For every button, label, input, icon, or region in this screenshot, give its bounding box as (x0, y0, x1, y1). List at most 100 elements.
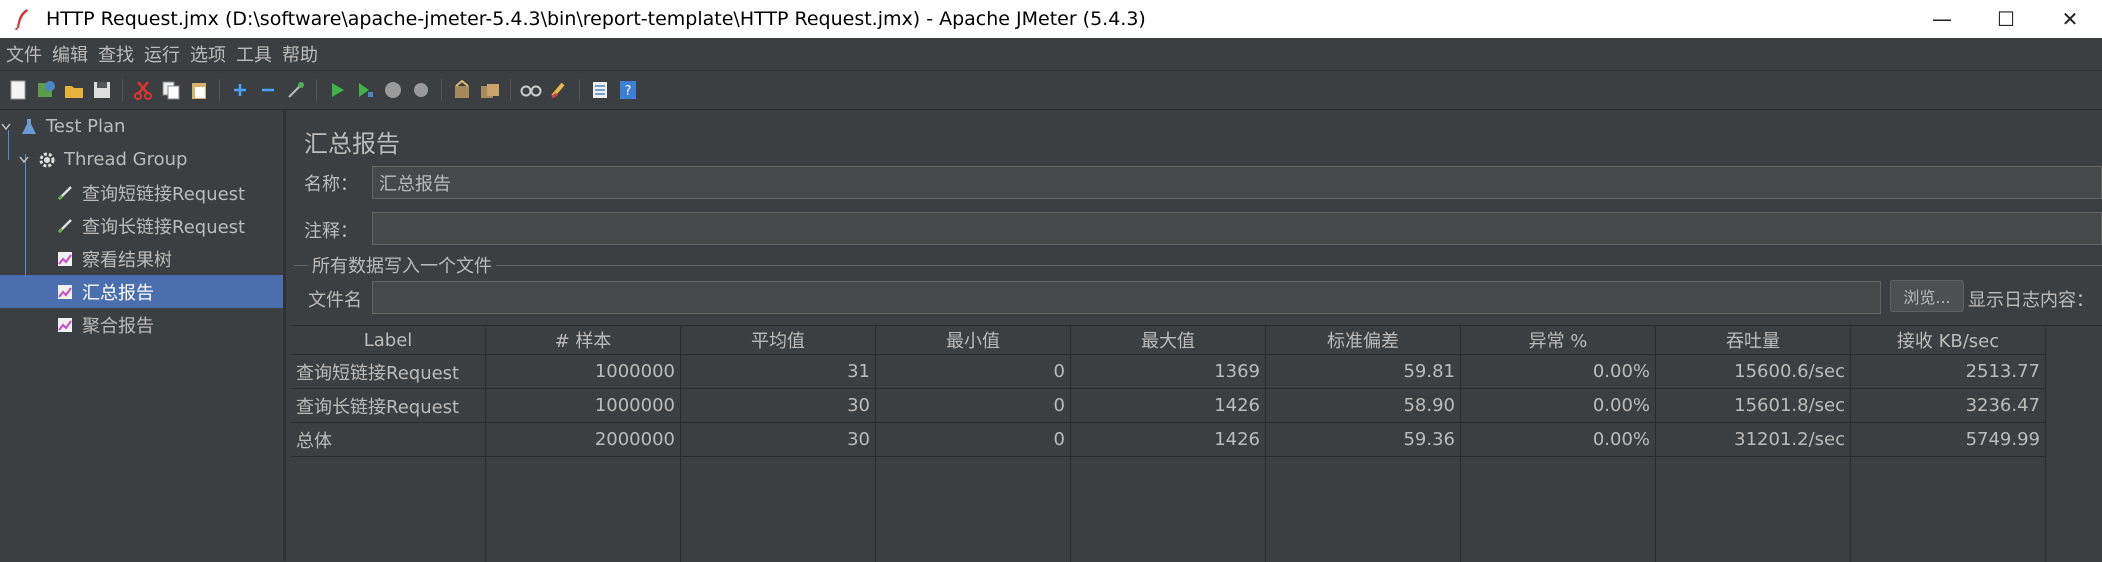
browse-button[interactable]: 浏览... (1890, 280, 1964, 312)
tree-node-thread-group[interactable]: Thread Group (18, 143, 283, 176)
cut-icon[interactable] (132, 79, 154, 101)
menu-help[interactable]: 帮助 (276, 41, 322, 67)
flask-icon (20, 118, 38, 136)
toolbar-separator (316, 79, 317, 101)
tree-node-label: Thread Group (64, 149, 188, 170)
filename-label: 文件名 (308, 290, 362, 311)
column-header[interactable]: # 样本 (486, 326, 681, 354)
toggle-icon[interactable] (285, 79, 307, 101)
column-header[interactable]: 最大值 (1071, 326, 1266, 354)
column-divider (1850, 354, 1851, 562)
cell-std-dev: 59.81 (1266, 355, 1461, 388)
chevron-down-icon[interactable] (18, 154, 30, 166)
cell-received-kb: 2513.77 (1851, 355, 2046, 388)
tree-node-test-plan[interactable]: Test Plan (0, 110, 283, 143)
column-divider (1070, 354, 1071, 562)
clear-icon[interactable] (451, 79, 473, 101)
menu-options[interactable]: 选项 (184, 41, 230, 67)
tree-node-label: Test Plan (46, 116, 126, 137)
cell-average: 30 (681, 423, 876, 456)
tree-node-sampler[interactable]: 查询短链接Request (56, 176, 283, 209)
new-icon[interactable] (7, 79, 29, 101)
clear-all-icon[interactable] (479, 79, 501, 101)
name-field[interactable]: 汇总报告 (372, 166, 2102, 199)
cell-max: 1426 (1071, 389, 1266, 422)
collapse-icon[interactable] (257, 79, 279, 101)
column-header[interactable]: Label (291, 326, 486, 354)
column-header[interactable]: 标准偏差 (1266, 326, 1461, 354)
table-row[interactable]: 总体 2000000 30 0 1426 59.36 0.00% 31201.2… (291, 423, 2046, 457)
tree-node-label: 汇总报告 (82, 282, 154, 304)
cell-samples: 2000000 (486, 423, 681, 456)
open-icon[interactable] (63, 79, 85, 101)
column-header[interactable]: 吞吐量 (1656, 326, 1851, 354)
menu-file[interactable]: 文件 (0, 41, 46, 67)
cell-average: 31 (681, 355, 876, 388)
menu-edit[interactable]: 编辑 (46, 41, 92, 67)
cell-min: 0 (876, 355, 1071, 388)
window-titlebar: HTTP Request.jmx (D:\software\apache-jme… (0, 0, 2102, 38)
cell-throughput: 15601.8/sec (1656, 389, 1851, 422)
minimize-button[interactable]: — (1910, 0, 1974, 38)
results-table: Label # 样本 平均值 最小值 最大值 标准偏差 异常 % 吞吐量 接收 … (291, 325, 2102, 562)
menu-tools[interactable]: 工具 (230, 41, 276, 67)
sampler-icon (56, 184, 74, 202)
tree-node-listener[interactable]: 聚合报告 (56, 308, 283, 341)
filename-field[interactable] (372, 281, 1881, 314)
file-group-title: 所有数据写入一个文件 (308, 252, 496, 278)
function-helper-icon[interactable] (589, 79, 611, 101)
toolbar-separator (579, 79, 580, 101)
column-header[interactable]: 异常 % (1461, 326, 1656, 354)
paste-icon[interactable] (188, 79, 210, 101)
cell-samples: 1000000 (486, 355, 681, 388)
toolbar-separator (122, 79, 123, 101)
maximize-button[interactable]: ☐ (1974, 0, 2038, 38)
tree-node-listener[interactable]: 察看结果树 (56, 242, 283, 275)
toolbar: ? (0, 71, 2102, 110)
comment-label: 注释： (304, 221, 358, 242)
shutdown-icon[interactable] (410, 79, 432, 101)
listener-icon (56, 316, 74, 334)
toolbar-separator (219, 79, 220, 101)
copy-icon[interactable] (160, 79, 182, 101)
reset-search-icon[interactable] (548, 79, 570, 101)
table-row[interactable]: 查询长链接Request 1000000 30 0 1426 58.90 0.0… (291, 389, 2046, 423)
sampler-icon (56, 217, 74, 235)
tree-node-listener-selected[interactable]: 汇总报告 (0, 275, 283, 308)
help-icon[interactable]: ? (617, 79, 639, 101)
menu-search[interactable]: 查找 (92, 41, 138, 67)
menu-bar: 文件 编辑 查找 运行 选项 工具 帮助 (0, 38, 2102, 71)
chevron-down-icon[interactable] (0, 121, 12, 133)
table-row[interactable]: 查询短链接Request 1000000 31 0 1369 59.81 0.0… (291, 355, 2046, 389)
cell-throughput: 31201.2/sec (1656, 423, 1851, 456)
log-content-label: 显示日志内容： (1968, 290, 2094, 311)
cell-std-dev: 59.36 (1266, 423, 1461, 456)
tree-node-label: 聚合报告 (82, 315, 154, 337)
cell-min: 0 (876, 423, 1071, 456)
window-title: HTTP Request.jmx (D:\software\apache-jme… (46, 8, 1146, 30)
column-header[interactable]: 接收 KB/sec (1851, 326, 2046, 354)
cell-error-rate: 0.00% (1461, 389, 1656, 422)
stop-icon[interactable] (382, 79, 404, 101)
menu-run[interactable]: 运行 (138, 41, 184, 67)
close-button[interactable]: ✕ (2038, 0, 2102, 38)
toolbar-separator (510, 79, 511, 101)
cell-std-dev: 58.90 (1266, 389, 1461, 422)
column-header[interactable]: 平均值 (681, 326, 876, 354)
comment-field[interactable] (372, 212, 2102, 245)
search-icon[interactable] (520, 79, 542, 101)
column-divider (680, 354, 681, 562)
cell-label: 查询短链接Request (291, 355, 486, 388)
save-icon[interactable] (91, 79, 113, 101)
start-no-pause-icon[interactable] (354, 79, 376, 101)
test-plan-tree: Test Plan Thread Group 查询短链接Request 查询长链… (0, 110, 286, 561)
expand-icon[interactable] (229, 79, 251, 101)
panel-title: 汇总报告 (304, 130, 400, 158)
cell-min: 0 (876, 389, 1071, 422)
templates-icon[interactable] (35, 79, 57, 101)
tree-node-sampler[interactable]: 查询长链接Request (56, 209, 283, 242)
start-icon[interactable] (326, 79, 348, 101)
tree-node-label: 查询短链接Request (82, 183, 246, 205)
column-header[interactable]: 最小值 (876, 326, 1071, 354)
name-label: 名称： (304, 174, 358, 195)
